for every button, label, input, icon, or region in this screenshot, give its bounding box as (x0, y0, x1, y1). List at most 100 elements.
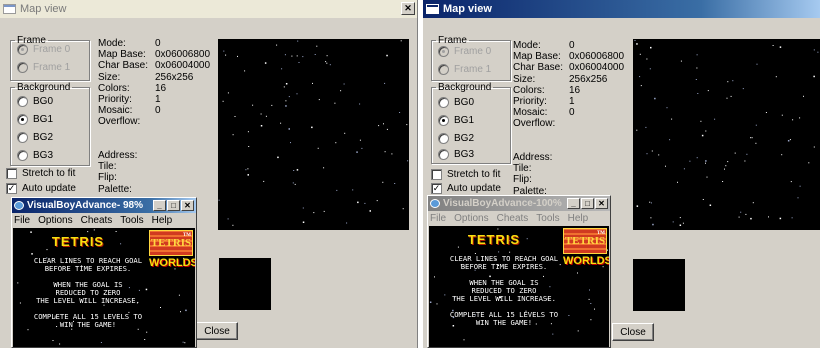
label-colors: Colors: (98, 82, 130, 94)
radio-bg0[interactable]: BG0 (17, 96, 53, 107)
radio-bg0[interactable]: BG0 (438, 97, 474, 108)
stretch-to-fit-checkbox[interactable]: Stretch to fit (6, 168, 75, 179)
radio-bg2[interactable]: BG2 (438, 133, 474, 144)
maximize-icon[interactable]: □ (167, 200, 180, 211)
star (680, 60, 682, 62)
star (369, 210, 371, 212)
star (399, 112, 401, 113)
star (755, 142, 757, 144)
minimize-icon[interactable]: _ (567, 198, 580, 209)
menu-cheats[interactable]: Cheats (81, 215, 113, 226)
auto-update-checkbox[interactable]: ✓ Auto update (6, 183, 76, 194)
star (732, 80, 734, 82)
star (284, 54, 286, 56)
menu-tools[interactable]: Tools (536, 213, 559, 224)
star (316, 45, 318, 47)
close-icon[interactable]: ✕ (595, 198, 608, 209)
star (343, 83, 345, 85)
title-bar: Map view (423, 0, 820, 18)
radio-dot (17, 62, 28, 73)
radio-label: BG0 (454, 97, 475, 108)
close-icon[interactable]: ✕ (181, 200, 194, 211)
star (234, 116, 236, 117)
radio-bg1[interactable]: BG1 (17, 114, 53, 125)
radio-frame-0[interactable]: Frame 0 (17, 44, 70, 55)
star (302, 221, 305, 223)
star (376, 200, 378, 202)
star (180, 311, 181, 313)
menu-help[interactable]: Help (568, 213, 589, 224)
background-legend: Background (17, 82, 71, 93)
star (335, 142, 337, 144)
radio-frame-1[interactable]: Frame 1 (17, 62, 70, 73)
star (386, 54, 388, 57)
menu-file[interactable]: File (430, 213, 446, 224)
menu-cheats[interactable]: Cheats (497, 213, 529, 224)
value-size: 256x256 (155, 71, 194, 83)
auto-update-checkbox[interactable]: ✓ Auto update (431, 183, 501, 194)
star (751, 137, 753, 139)
game-screen[interactable]: TETRIS TETRIS TM WORLDS CLEAR LINES TO RE… (429, 226, 609, 347)
star (636, 43, 638, 45)
star (436, 303, 438, 305)
label-priority: Priority: (98, 94, 132, 106)
star (178, 294, 180, 296)
game-screen[interactable]: TETRIS TETRIS TM WORLDS CLEAR LINES TO RE… (13, 228, 195, 347)
map-view-window-right: Map view Frame Frame 0 Frame 1 Backgroun… (422, 0, 820, 348)
maximize-icon[interactable]: □ (581, 198, 594, 209)
star (752, 202, 754, 204)
stretch-to-fit-checkbox[interactable]: Stretch to fit (431, 169, 500, 180)
radio-frame-0[interactable]: Frame 0 (438, 46, 491, 57)
menu-options[interactable]: Options (454, 213, 488, 224)
star (245, 169, 247, 171)
menu-options[interactable]: Options (38, 215, 72, 226)
radio-bg3[interactable]: BG3 (17, 150, 53, 161)
label-address: Address: (513, 152, 553, 163)
star (46, 249, 48, 251)
star (509, 251, 511, 253)
minimize-icon[interactable]: _ (153, 200, 166, 211)
star (803, 95, 804, 97)
star (312, 82, 313, 84)
label-overflow: Overflow: (513, 118, 556, 130)
star (281, 68, 283, 70)
radio-bg2[interactable]: BG2 (17, 132, 53, 143)
radio-frame-1[interactable]: Frame 1 (438, 64, 491, 75)
star (781, 154, 783, 156)
star (276, 44, 278, 46)
menu-help[interactable]: Help (152, 215, 173, 226)
radio-label: BG2 (454, 133, 475, 144)
star (290, 142, 291, 144)
star (296, 55, 298, 57)
star (302, 56, 304, 58)
star (726, 97, 728, 99)
starfield (634, 40, 819, 226)
value-mode: 0 (155, 38, 161, 49)
star (264, 62, 267, 64)
star (293, 170, 295, 171)
star (634, 40, 636, 41)
close-button[interactable]: Close (196, 322, 238, 340)
radio-bg1[interactable]: BG1 (438, 115, 474, 126)
star (285, 100, 287, 102)
star (277, 156, 279, 159)
map-preview[interactable] (218, 39, 409, 230)
radio-bg3[interactable]: BG3 (438, 149, 474, 160)
map-preview[interactable] (633, 39, 820, 230)
star (232, 224, 234, 226)
star (336, 189, 338, 191)
menu-tools[interactable]: Tools (120, 215, 143, 226)
star (808, 162, 810, 164)
label-mosaic: Mosaic: (98, 105, 133, 117)
label-mode: Mode: (513, 40, 541, 51)
star (285, 105, 287, 107)
close-icon[interactable]: ✕ (401, 2, 415, 15)
star (813, 49, 815, 51)
star (734, 152, 736, 154)
menu-file[interactable]: File (14, 215, 30, 226)
star (288, 96, 290, 98)
close-button[interactable]: Close (612, 323, 654, 341)
star (738, 216, 740, 218)
vba-title: VisualBoyAdvance- 98% (27, 200, 143, 211)
vba-window-controls: _ □ ✕ (567, 198, 608, 209)
